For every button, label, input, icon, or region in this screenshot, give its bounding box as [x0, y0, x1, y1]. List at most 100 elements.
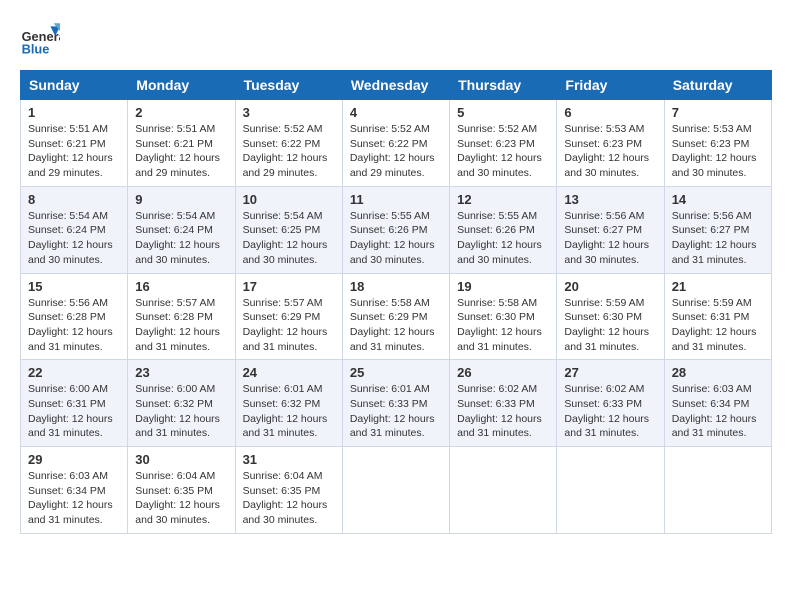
day-info: Sunrise: 5:58 AM Sunset: 6:29 PM Dayligh… [350, 296, 442, 355]
day-info: Sunrise: 5:53 AM Sunset: 6:23 PM Dayligh… [672, 122, 764, 181]
calendar-week-row: 15 Sunrise: 5:56 AM Sunset: 6:28 PM Dayl… [21, 273, 772, 360]
calendar-day-header: Sunday [21, 71, 128, 100]
day-info: Sunrise: 5:55 AM Sunset: 6:26 PM Dayligh… [350, 209, 442, 268]
day-info: Sunrise: 5:54 AM Sunset: 6:24 PM Dayligh… [28, 209, 120, 268]
day-number: 16 [135, 279, 227, 294]
day-number: 4 [350, 105, 442, 120]
calendar-cell: 15 Sunrise: 5:56 AM Sunset: 6:28 PM Dayl… [21, 273, 128, 360]
calendar-cell [664, 447, 771, 534]
calendar-cell: 27 Sunrise: 6:02 AM Sunset: 6:33 PM Dayl… [557, 360, 664, 447]
calendar-day-header: Tuesday [235, 71, 342, 100]
calendar-cell: 22 Sunrise: 6:00 AM Sunset: 6:31 PM Dayl… [21, 360, 128, 447]
day-number: 14 [672, 192, 764, 207]
calendar-cell: 9 Sunrise: 5:54 AM Sunset: 6:24 PM Dayli… [128, 186, 235, 273]
day-number: 6 [564, 105, 656, 120]
day-info: Sunrise: 5:58 AM Sunset: 6:30 PM Dayligh… [457, 296, 549, 355]
calendar-cell: 5 Sunrise: 5:52 AM Sunset: 6:23 PM Dayli… [450, 100, 557, 187]
day-info: Sunrise: 6:00 AM Sunset: 6:32 PM Dayligh… [135, 382, 227, 441]
day-info: Sunrise: 6:04 AM Sunset: 6:35 PM Dayligh… [135, 469, 227, 528]
calendar-cell: 12 Sunrise: 5:55 AM Sunset: 6:26 PM Dayl… [450, 186, 557, 273]
calendar-week-row: 22 Sunrise: 6:00 AM Sunset: 6:31 PM Dayl… [21, 360, 772, 447]
calendar-header-row: SundayMondayTuesdayWednesdayThursdayFrid… [21, 71, 772, 100]
day-number: 24 [243, 365, 335, 380]
calendar-cell: 1 Sunrise: 5:51 AM Sunset: 6:21 PM Dayli… [21, 100, 128, 187]
day-info: Sunrise: 5:57 AM Sunset: 6:29 PM Dayligh… [243, 296, 335, 355]
day-info: Sunrise: 6:04 AM Sunset: 6:35 PM Dayligh… [243, 469, 335, 528]
day-number: 20 [564, 279, 656, 294]
calendar-cell: 26 Sunrise: 6:02 AM Sunset: 6:33 PM Dayl… [450, 360, 557, 447]
day-number: 31 [243, 452, 335, 467]
calendar-cell: 20 Sunrise: 5:59 AM Sunset: 6:30 PM Dayl… [557, 273, 664, 360]
calendar-cell: 25 Sunrise: 6:01 AM Sunset: 6:33 PM Dayl… [342, 360, 449, 447]
day-number: 25 [350, 365, 442, 380]
day-number: 2 [135, 105, 227, 120]
calendar-cell: 11 Sunrise: 5:55 AM Sunset: 6:26 PM Dayl… [342, 186, 449, 273]
calendar-cell: 31 Sunrise: 6:04 AM Sunset: 6:35 PM Dayl… [235, 447, 342, 534]
day-info: Sunrise: 5:54 AM Sunset: 6:24 PM Dayligh… [135, 209, 227, 268]
calendar-cell: 29 Sunrise: 6:03 AM Sunset: 6:34 PM Dayl… [21, 447, 128, 534]
day-info: Sunrise: 5:56 AM Sunset: 6:27 PM Dayligh… [564, 209, 656, 268]
calendar-cell: 3 Sunrise: 5:52 AM Sunset: 6:22 PM Dayli… [235, 100, 342, 187]
day-info: Sunrise: 6:01 AM Sunset: 6:32 PM Dayligh… [243, 382, 335, 441]
day-info: Sunrise: 5:59 AM Sunset: 6:31 PM Dayligh… [672, 296, 764, 355]
day-number: 26 [457, 365, 549, 380]
calendar-cell: 21 Sunrise: 5:59 AM Sunset: 6:31 PM Dayl… [664, 273, 771, 360]
calendar-cell: 8 Sunrise: 5:54 AM Sunset: 6:24 PM Dayli… [21, 186, 128, 273]
calendar-day-header: Wednesday [342, 71, 449, 100]
day-number: 27 [564, 365, 656, 380]
day-number: 5 [457, 105, 549, 120]
calendar-cell: 13 Sunrise: 5:56 AM Sunset: 6:27 PM Dayl… [557, 186, 664, 273]
calendar-cell: 24 Sunrise: 6:01 AM Sunset: 6:32 PM Dayl… [235, 360, 342, 447]
day-number: 8 [28, 192, 120, 207]
calendar-cell: 4 Sunrise: 5:52 AM Sunset: 6:22 PM Dayli… [342, 100, 449, 187]
day-info: Sunrise: 6:01 AM Sunset: 6:33 PM Dayligh… [350, 382, 442, 441]
day-info: Sunrise: 5:51 AM Sunset: 6:21 PM Dayligh… [135, 122, 227, 181]
calendar-cell [557, 447, 664, 534]
day-number: 9 [135, 192, 227, 207]
calendar-day-header: Friday [557, 71, 664, 100]
calendar-cell: 18 Sunrise: 5:58 AM Sunset: 6:29 PM Dayl… [342, 273, 449, 360]
day-number: 15 [28, 279, 120, 294]
calendar-cell: 10 Sunrise: 5:54 AM Sunset: 6:25 PM Dayl… [235, 186, 342, 273]
calendar-cell: 28 Sunrise: 6:03 AM Sunset: 6:34 PM Dayl… [664, 360, 771, 447]
day-info: Sunrise: 6:02 AM Sunset: 6:33 PM Dayligh… [564, 382, 656, 441]
calendar-day-header: Thursday [450, 71, 557, 100]
page-header: General Blue [20, 20, 772, 60]
day-info: Sunrise: 5:52 AM Sunset: 6:22 PM Dayligh… [243, 122, 335, 181]
calendar-week-row: 1 Sunrise: 5:51 AM Sunset: 6:21 PM Dayli… [21, 100, 772, 187]
calendar-cell: 19 Sunrise: 5:58 AM Sunset: 6:30 PM Dayl… [450, 273, 557, 360]
day-info: Sunrise: 5:57 AM Sunset: 6:28 PM Dayligh… [135, 296, 227, 355]
calendar-cell: 14 Sunrise: 5:56 AM Sunset: 6:27 PM Dayl… [664, 186, 771, 273]
day-number: 12 [457, 192, 549, 207]
day-number: 23 [135, 365, 227, 380]
day-number: 29 [28, 452, 120, 467]
calendar-week-row: 8 Sunrise: 5:54 AM Sunset: 6:24 PM Dayli… [21, 186, 772, 273]
day-info: Sunrise: 6:03 AM Sunset: 6:34 PM Dayligh… [672, 382, 764, 441]
logo: General Blue [20, 20, 66, 60]
day-info: Sunrise: 5:54 AM Sunset: 6:25 PM Dayligh… [243, 209, 335, 268]
calendar-cell [342, 447, 449, 534]
svg-text:Blue: Blue [22, 42, 50, 57]
day-number: 1 [28, 105, 120, 120]
calendar-day-header: Monday [128, 71, 235, 100]
day-number: 28 [672, 365, 764, 380]
calendar-cell: 23 Sunrise: 6:00 AM Sunset: 6:32 PM Dayl… [128, 360, 235, 447]
calendar-table: SundayMondayTuesdayWednesdayThursdayFrid… [20, 70, 772, 534]
calendar-day-header: Saturday [664, 71, 771, 100]
calendar-week-row: 29 Sunrise: 6:03 AM Sunset: 6:34 PM Dayl… [21, 447, 772, 534]
day-number: 18 [350, 279, 442, 294]
day-info: Sunrise: 6:03 AM Sunset: 6:34 PM Dayligh… [28, 469, 120, 528]
day-info: Sunrise: 6:00 AM Sunset: 6:31 PM Dayligh… [28, 382, 120, 441]
day-info: Sunrise: 5:53 AM Sunset: 6:23 PM Dayligh… [564, 122, 656, 181]
day-number: 10 [243, 192, 335, 207]
day-number: 13 [564, 192, 656, 207]
day-info: Sunrise: 5:52 AM Sunset: 6:23 PM Dayligh… [457, 122, 549, 181]
day-info: Sunrise: 5:51 AM Sunset: 6:21 PM Dayligh… [28, 122, 120, 181]
day-number: 30 [135, 452, 227, 467]
day-info: Sunrise: 5:56 AM Sunset: 6:27 PM Dayligh… [672, 209, 764, 268]
day-number: 3 [243, 105, 335, 120]
calendar-cell: 6 Sunrise: 5:53 AM Sunset: 6:23 PM Dayli… [557, 100, 664, 187]
calendar-cell [450, 447, 557, 534]
calendar-cell: 30 Sunrise: 6:04 AM Sunset: 6:35 PM Dayl… [128, 447, 235, 534]
day-number: 17 [243, 279, 335, 294]
